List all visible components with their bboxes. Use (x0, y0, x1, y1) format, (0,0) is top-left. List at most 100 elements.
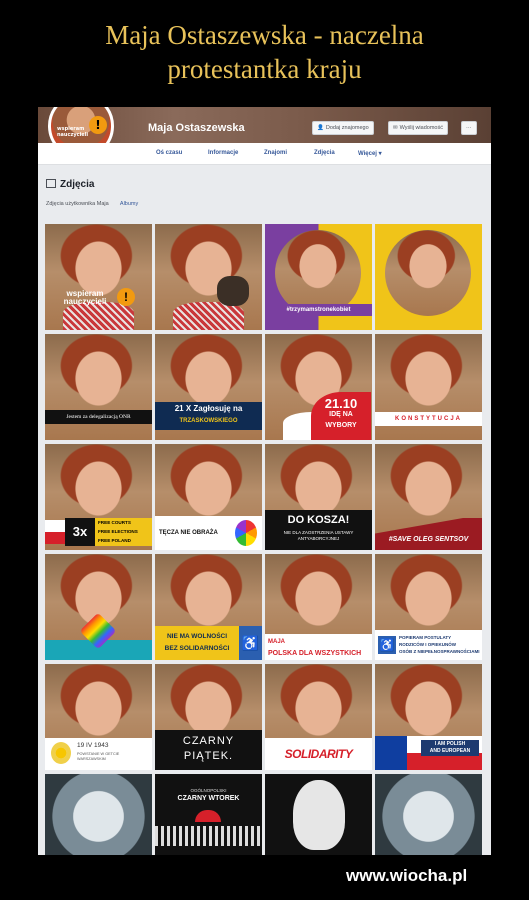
photo-tile[interactable]: 21.10 IDĘ NA WYBORY (265, 334, 372, 440)
photo-tile[interactable]: #trzymamstronekobiet (265, 224, 372, 330)
nav-photos[interactable]: Zdjęcia (314, 150, 335, 156)
photo-caption-line: 21.10 (324, 396, 358, 411)
eu-flag (375, 736, 407, 770)
caption-box: 19 IV 1943 POWSTANIE W GETCIE WARSZAWSKI… (45, 738, 152, 770)
add-friend-button[interactable]: 👤 Dodaj znajomego (312, 121, 374, 135)
photo-tile[interactable]: KONSTYTUCJA (375, 334, 482, 440)
exclamation-icon: ! (117, 288, 135, 306)
photo-tile[interactable] (375, 224, 482, 330)
nav-about[interactable]: Informacje (208, 150, 238, 156)
photo-caption-line: 21 X Zagłosuję na (174, 404, 243, 413)
daffodil-icon (51, 742, 71, 764)
more-options-button[interactable]: ··· (461, 121, 477, 135)
polish-flag (45, 520, 65, 544)
wheelchair-icon: ♿ (378, 636, 396, 654)
add-friend-label: Dodaj znajomego (325, 125, 369, 131)
photo-caption: Jestem za delegalizacją ONR (45, 410, 152, 424)
messenger-icon: ✉ (393, 125, 398, 131)
photo-caption-line: 19 IV 1943 (77, 742, 109, 749)
photo-caption-line: IDĘ NA (329, 411, 353, 418)
photo-tile[interactable]: NIE MA WOLNOŚCI BEZ SOLIDARNOŚCI ♿ (155, 554, 262, 660)
caption-text: POPIERAM POSTULATY RODZICÓW I OPIEKUNÓW … (399, 634, 480, 655)
photo-caption-line: NIE MA WOLNOŚCI (166, 633, 228, 640)
photo-tile[interactable]: OGÓLNOPOLSKI CZARNY WTOREK (155, 774, 262, 855)
caption-box: I AM POLISH AND EUROPEAN (421, 740, 479, 756)
photo-tile[interactable]: CZARNY PIĄTEK. (155, 664, 262, 770)
shirt (63, 302, 134, 330)
meme-title: Maja Ostaszewska - naczelna protestantka… (0, 18, 529, 86)
photo-tile[interactable]: #SAVE OLEG SENTSOV (375, 444, 482, 550)
photo-caption: SOLIDARITY (265, 738, 372, 770)
caption-box: NIE MA WOLNOŚCI BEZ SOLIDARNOŚCI (155, 626, 239, 660)
photo-caption-line: DO KOSZA! (287, 514, 350, 526)
photo-caption-line: POPIERAM POSTULATY (399, 635, 452, 640)
nav-timeline[interactable]: Oś czasu (156, 150, 182, 156)
caption-box: DO KOSZA! NIE DLA ZAOSTRZENIA USTAWY ANT… (265, 510, 372, 550)
crowd-pattern (155, 826, 262, 846)
rainbow-eagle-icon (235, 520, 257, 546)
photo-tile[interactable]: DO KOSZA! NIE DLA ZAOSTRZENIA USTAWY ANT… (265, 444, 372, 550)
photo-caption-line: CZARNY (182, 735, 235, 747)
nav-more[interactable]: Więcej ▾ (358, 150, 382, 157)
caption-box: 21.10 IDĘ NA WYBORY (311, 392, 371, 440)
photo-tile[interactable] (45, 554, 152, 660)
tab-albums[interactable]: Albumy (120, 201, 138, 207)
photo-subtabs: Zdjęcia użytkownika Maja Albumy (46, 201, 148, 207)
profile-navbar: Oś czasu Informacje Znajomi Zdjęcia Więc… (38, 143, 491, 165)
photo-caption-line: MAJA (268, 639, 286, 645)
photo-caption: wspieram nauczycieli (63, 289, 107, 306)
photo-caption-line: POLSKA DLA WSZYSTKICH (268, 650, 362, 657)
photos-heading-label: Zdjęcia (60, 179, 95, 190)
shirt (173, 302, 244, 330)
photo-caption-line: OSÓB Z NIEPEŁNOSPRAWNOŚCIAMI (399, 649, 480, 654)
photo-tile[interactable]: Jestem za delegalizacją ONR (45, 334, 152, 440)
photo-tile[interactable] (375, 774, 482, 855)
photo-caption-line: BEZ SOLIDARNOŚCI (164, 645, 230, 652)
nav-friends[interactable]: Znajomi (264, 150, 287, 156)
photo-icon (46, 179, 56, 188)
send-message-label: Wyślij wiadomość (399, 125, 443, 131)
photo-tile[interactable] (45, 774, 152, 855)
photo-tile[interactable]: I AM POLISH AND EUROPEAN (375, 664, 482, 770)
photo-caption-line: CZARNY WTOREK (177, 795, 240, 802)
photo-tile[interactable]: MAJA POLSKA DLA WSZYSTKICH (265, 554, 372, 660)
watermark: www.wiocha.pl (346, 866, 468, 885)
photo-tile[interactable]: SOLIDARITY (265, 664, 372, 770)
send-message-button[interactable]: ✉ Wyślij wiadomość (388, 121, 448, 135)
photo-tile[interactable]: 21 X Zagłosuję na TRZASKOWSKIEGO (155, 334, 262, 440)
photo-tile[interactable] (265, 774, 372, 855)
meme-title-line-1: Maja Ostaszewska - naczelna (105, 20, 424, 50)
caption-box: 21 X Zagłosuję na TRZASKOWSKIEGO (155, 402, 262, 430)
caption-box: MAJA POLSKA DLA WSZYSTKICH (265, 634, 372, 660)
add-friend-icon: 👤 (317, 125, 324, 131)
photo-caption-line: FREE COURTS (98, 520, 131, 525)
photo-tile[interactable]: TĘCZA NIE OBRAŻA (155, 444, 262, 550)
caption-box: ♿ POPIERAM POSTULATY RODZICÓW I OPIEKUNÓ… (375, 630, 482, 660)
photo-caption-line: POWSTANIE W GETCIE WARSZAWSKIM (77, 752, 120, 761)
tab-user-photos[interactable]: Zdjęcia użytkownika Maja (46, 201, 109, 207)
photo-caption-line: FREE ELECTIONS (98, 529, 138, 534)
photo-caption: #trzymamstronekobiet (265, 304, 372, 316)
boar-icon (217, 276, 249, 306)
profile-name[interactable]: Maja Ostaszewska (148, 122, 245, 134)
photo-caption-line: I AM POLISH (434, 741, 466, 747)
photo-caption-line: WYBORY (325, 422, 357, 429)
caption-box: CZARNY PIĄTEK. (155, 730, 262, 770)
photo-caption: #SAVE OLEG SENTSOV (375, 518, 482, 550)
photo-caption: KONSTYTUCJA (375, 412, 482, 426)
photo-tile[interactable]: 19 IV 1943 POWSTANIE W GETCIE WARSZAWSKI… (45, 664, 152, 770)
facebook-screenshot: wspieram nauczycieli ! Maja Ostaszewska … (38, 107, 491, 855)
exclamation-icon: ! (89, 116, 107, 134)
photo-caption-line: TRZASKOWSKIEGO (179, 418, 238, 424)
caption-box: FREE COURTS FREE ELECTIONS FREE POLAND (95, 518, 152, 546)
photo-tile[interactable] (155, 224, 262, 330)
photo-caption-line: PIĄTEK. (183, 750, 234, 762)
photo-tile[interactable]: ♿ POPIERAM POSTULATY RODZICÓW I OPIEKUNÓ… (375, 554, 482, 660)
photo-caption-line: AND EUROPEAN (429, 748, 471, 754)
photo-tile[interactable]: wspieram nauczycieli ! (45, 224, 152, 330)
photo-tile[interactable]: 3x FREE COURTS FREE ELECTIONS FREE POLAN… (45, 444, 152, 550)
wheelchair-icon: ♿ (239, 626, 262, 660)
photo-caption-line: RODZICÓW I OPIEKUNÓW (399, 642, 456, 647)
meme-title-line-2: protestantka kraju (167, 54, 362, 84)
photo-caption-line: NIE DLA ZAOSTRZENIA USTAWY ANTYABORCYJNE… (283, 530, 354, 541)
